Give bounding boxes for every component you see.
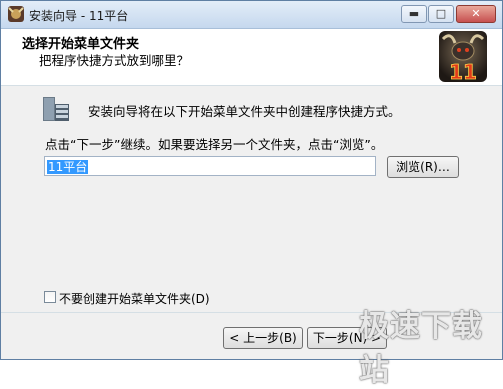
folder-value: 11平台 xyxy=(47,160,89,174)
back-button[interactable]: < 上一步(B) xyxy=(223,327,303,349)
start-menu-folder-input[interactable]: 11平台 xyxy=(44,156,376,176)
maximize-button[interactable]: □ xyxy=(428,5,454,23)
game-logo-icon: 11 xyxy=(439,31,487,84)
close-button[interactable]: ✕ xyxy=(456,5,496,23)
page-subtitle: 把程序快捷方式放到哪里？ xyxy=(39,53,190,68)
wizard-content: 安装向导将在以下开始菜单文件夹中创建程序快捷方式。 点击“下一步”继续。如果要选… xyxy=(1,86,502,311)
no-folder-checkbox[interactable] xyxy=(44,291,56,303)
wizard-header: 选择开始菜单文件夹 把程序快捷方式放到哪里？ 11 xyxy=(1,29,502,86)
browse-button[interactable]: 浏览(R)… xyxy=(387,156,459,178)
description-text: 安装向导将在以下开始菜单文件夹中创建程序快捷方式。 xyxy=(88,104,401,119)
no-folder-checkbox-label[interactable]: 不要创建开始菜单文件夹(D) xyxy=(59,290,210,307)
start-menu-folder-icon xyxy=(43,97,69,121)
minimize-button[interactable]: ▬ xyxy=(401,5,427,23)
logo-text: 11 xyxy=(449,60,477,84)
app-icon xyxy=(8,6,24,22)
installer-window: 安装向导 - 11平台 ▬ □ ✕ 选择开始菜单文件夹 把程序快捷方式放到哪里？… xyxy=(0,0,503,388)
title-bar[interactable]: 安装向导 - 11平台 ▬ □ ✕ xyxy=(1,1,502,29)
window-title: 安装向导 - 11平台 xyxy=(29,9,129,23)
instruction-text: 点击“下一步”继续。如果要选择另一个文件夹，点击“浏览”。 xyxy=(45,137,384,152)
watermark-text: 极速下载站 xyxy=(359,309,483,388)
